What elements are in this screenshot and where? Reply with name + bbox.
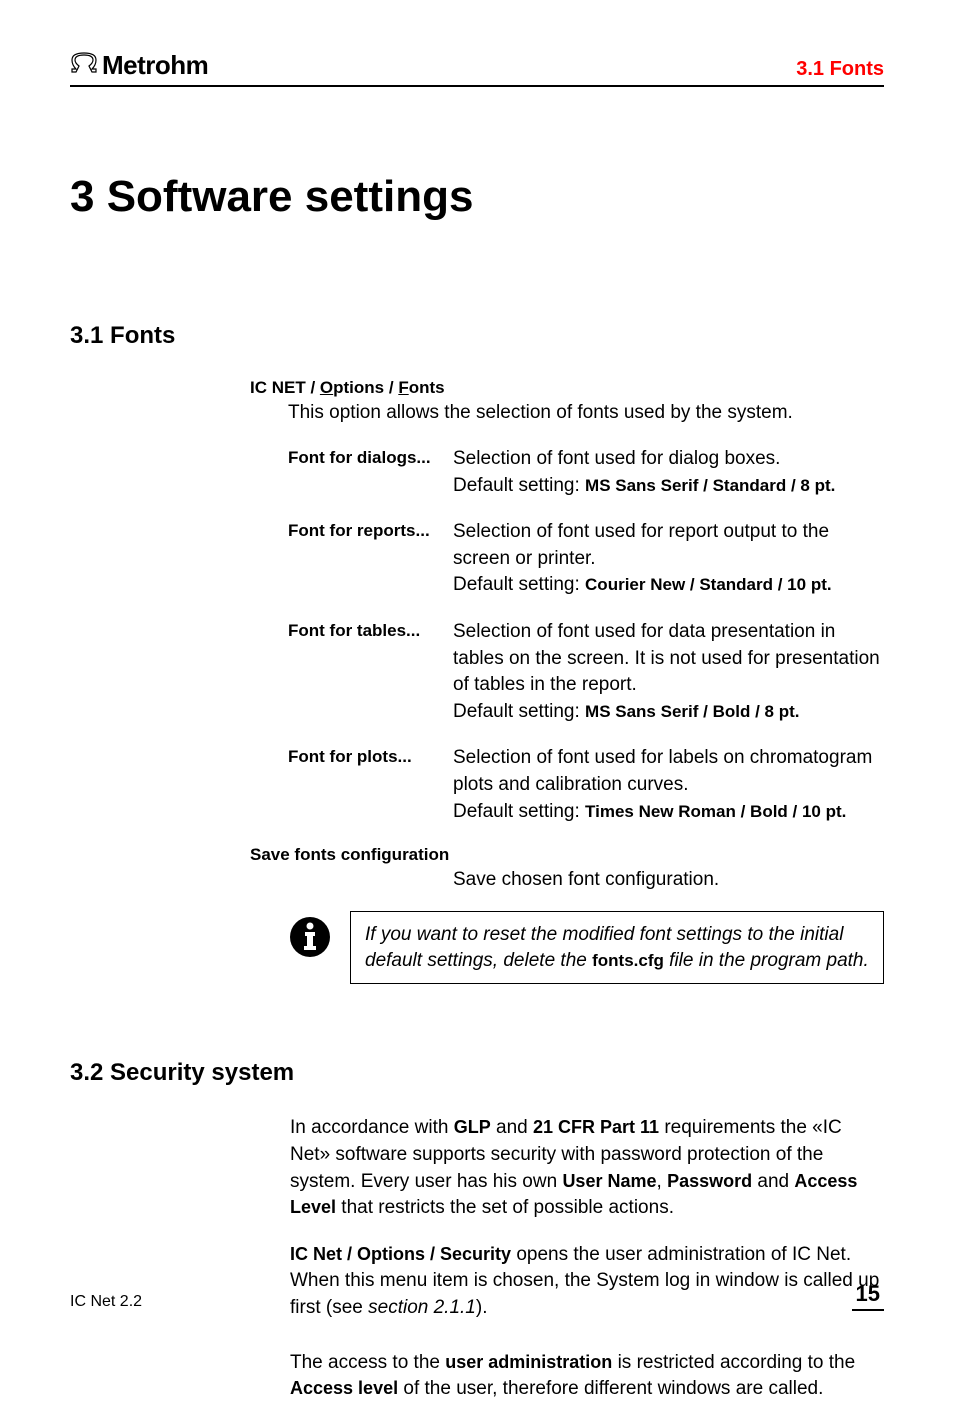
section-heading-fonts: 3.1 Fonts bbox=[70, 322, 884, 350]
definition-term: Font for dialogs... bbox=[288, 446, 453, 468]
para-text: and bbox=[491, 1117, 533, 1138]
definition-term: Font for reports... bbox=[288, 519, 453, 541]
default-prefix: Default setting: bbox=[453, 475, 585, 496]
info-icon bbox=[288, 915, 332, 964]
info-text: If you want to reset the modified font s… bbox=[350, 911, 884, 984]
para-text: The access to the bbox=[290, 1352, 445, 1373]
definition-row: Font for reports... Selection of font us… bbox=[288, 519, 884, 599]
fonts-intro: This option allows the selection of font… bbox=[288, 402, 884, 424]
default-prefix: Default setting: bbox=[453, 801, 585, 822]
desc-text: Selection of font used for report output… bbox=[453, 521, 829, 569]
menu-path-underline: F bbox=[398, 378, 408, 397]
default-value: Times New Roman / Bold / 10 pt. bbox=[585, 802, 846, 821]
para-text: is restricted according to the bbox=[612, 1352, 855, 1373]
menu-path-fonts: IC NET / Options / Fonts bbox=[250, 378, 884, 398]
section-security-content: In accordance with GLP and 21 CFR Part 1… bbox=[290, 1115, 884, 1402]
definition-description: Selection of font used for dialog boxes.… bbox=[453, 446, 835, 499]
para-text: In accordance with bbox=[290, 1117, 454, 1138]
chapter-title: 3 Software settings bbox=[70, 172, 884, 222]
default-value: MS Sans Serif / Standard / 8 pt. bbox=[585, 476, 835, 495]
menu-path-text: IC NET / bbox=[250, 378, 320, 397]
para-bold: IC Net / Options / Security bbox=[290, 1244, 511, 1264]
info-text-bold: fonts.cfg bbox=[592, 951, 664, 970]
logo-text: Metrohm bbox=[102, 50, 208, 81]
page-footer: IC Net 2.2 15 bbox=[70, 1281, 884, 1311]
default-value: MS Sans Serif / Bold / 8 pt. bbox=[585, 702, 799, 721]
para-text: that restricts the set of possible actio… bbox=[336, 1197, 674, 1218]
section-heading-security: 3.2 Security system bbox=[70, 1059, 884, 1087]
menu-path-text: ptions / bbox=[333, 378, 398, 397]
para-text: and bbox=[752, 1171, 794, 1192]
definition-term: Font for tables... bbox=[288, 619, 453, 641]
brand-logo: Metrohm bbox=[70, 50, 208, 81]
definition-row: Font for tables... Selection of font use… bbox=[288, 619, 884, 725]
save-config-heading: Save fonts configuration bbox=[250, 845, 884, 865]
para-text: , bbox=[657, 1171, 668, 1192]
section-fonts-content: IC NET / Options / Fonts This option all… bbox=[250, 378, 884, 984]
omega-icon bbox=[70, 52, 98, 79]
save-config-description: Save chosen font configuration. bbox=[453, 869, 884, 891]
menu-path-text: onts bbox=[409, 378, 445, 397]
menu-path-underline: O bbox=[320, 378, 333, 397]
security-paragraph: In accordance with GLP and 21 CFR Part 1… bbox=[290, 1115, 884, 1221]
default-value: Courier New / Standard / 10 pt. bbox=[585, 575, 832, 594]
para-bold: 21 CFR Part 11 bbox=[533, 1117, 659, 1137]
header-section-reference: 3.1 Fonts bbox=[796, 58, 884, 81]
definition-description: Selection of font used for data presenta… bbox=[453, 619, 884, 725]
para-bold: Access level bbox=[290, 1378, 398, 1398]
definition-row: Font for dialogs... Selection of font us… bbox=[288, 446, 884, 499]
definition-description: Selection of font used for report output… bbox=[453, 519, 884, 599]
footer-product-name: IC Net 2.2 bbox=[70, 1293, 142, 1311]
default-prefix: Default setting: bbox=[453, 574, 585, 595]
info-callout: If you want to reset the modified font s… bbox=[288, 911, 884, 984]
desc-text: Selection of font used for labels on chr… bbox=[453, 747, 872, 795]
para-text: of the user, therefore different windows… bbox=[398, 1378, 823, 1399]
security-paragraph: The access to the user administration is… bbox=[290, 1350, 884, 1403]
para-bold: user administration bbox=[445, 1352, 612, 1372]
definition-row: Font for plots... Selection of font used… bbox=[288, 745, 884, 825]
para-bold: GLP bbox=[454, 1117, 491, 1137]
para-bold: Password bbox=[667, 1171, 752, 1191]
footer-page-number: 15 bbox=[852, 1281, 884, 1311]
para-bold: User Name bbox=[562, 1171, 656, 1191]
desc-text: Selection of font used for dialog boxes. bbox=[453, 448, 780, 469]
default-prefix: Default setting: bbox=[453, 701, 585, 722]
page-header: Metrohm 3.1 Fonts bbox=[70, 50, 884, 87]
desc-text: Selection of font used for data presenta… bbox=[453, 621, 880, 695]
info-text-part: file in the program path. bbox=[664, 950, 869, 971]
definition-description: Selection of font used for labels on chr… bbox=[453, 745, 884, 825]
definition-term: Font for plots... bbox=[288, 745, 453, 767]
